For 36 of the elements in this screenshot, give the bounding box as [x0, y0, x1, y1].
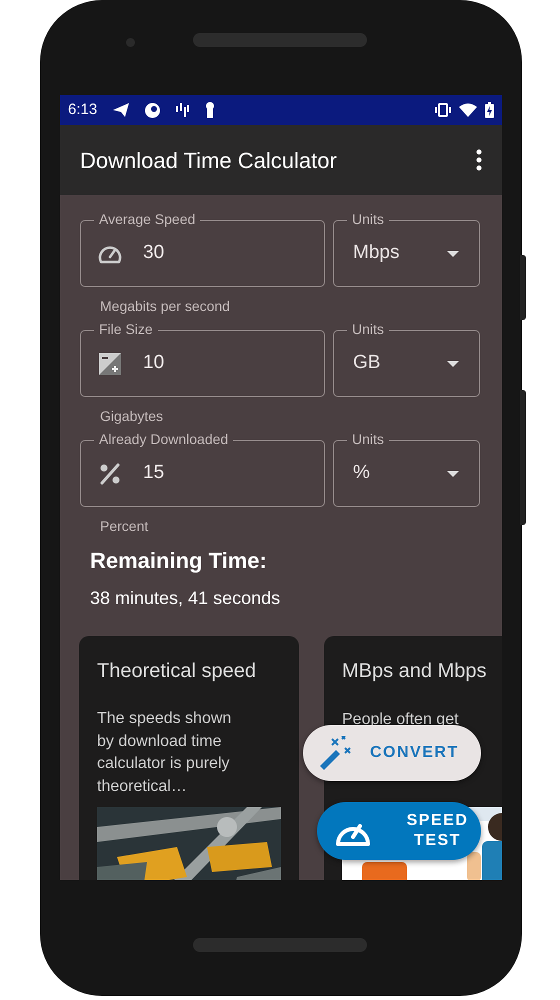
helper-text: Gigabytes	[100, 408, 164, 424]
card-text: The speeds shown by download time calculator is purely theoretical…	[97, 709, 232, 796]
caret-icon	[447, 360, 459, 366]
field-label: File Size	[94, 321, 158, 337]
result-title: Remaining Time:	[90, 547, 268, 575]
field-label: Average Speed	[94, 211, 200, 227]
helper-text: Megabits per second	[100, 298, 230, 314]
caret-icon	[447, 250, 459, 256]
field-label: Units	[347, 321, 389, 337]
field-label: Already Downloaded	[94, 431, 234, 447]
speed-test-button[interactable]: SPEED TEST	[317, 802, 481, 860]
convert-button[interactable]: CONVERT	[303, 725, 481, 781]
result-value: 38 minutes, 41 seconds	[90, 587, 282, 610]
app-title: Download Time Calculator	[80, 146, 337, 174]
signal-icon	[176, 103, 190, 117]
power-key[interactable]	[520, 255, 526, 320]
field-label: Units	[347, 431, 389, 447]
more-menu-icon[interactable]	[476, 149, 482, 171]
battery-icon	[485, 102, 494, 118]
percent-icon	[99, 462, 121, 484]
speedometer-icon	[98, 244, 122, 264]
app-icon	[145, 102, 160, 118]
send-icon	[113, 103, 130, 117]
keyhole-icon	[205, 102, 216, 118]
card-title: Theoretical speed	[97, 659, 257, 684]
wifi-icon	[459, 103, 477, 117]
card-title: MBps and Mbps	[342, 659, 488, 684]
caret-icon	[447, 470, 459, 476]
helper-text: Percent	[100, 518, 148, 534]
volume-key[interactable]	[520, 390, 526, 525]
field-label: Units	[347, 211, 389, 227]
status-time: 6:13	[68, 100, 98, 120]
article-card[interactable]: Theoretical speed The speeds shown by download time calculator is purely theoretical…	[79, 636, 299, 880]
exposure-icon	[99, 352, 121, 374]
magic-wand-icon	[318, 736, 352, 770]
vibrate-icon	[435, 103, 451, 117]
